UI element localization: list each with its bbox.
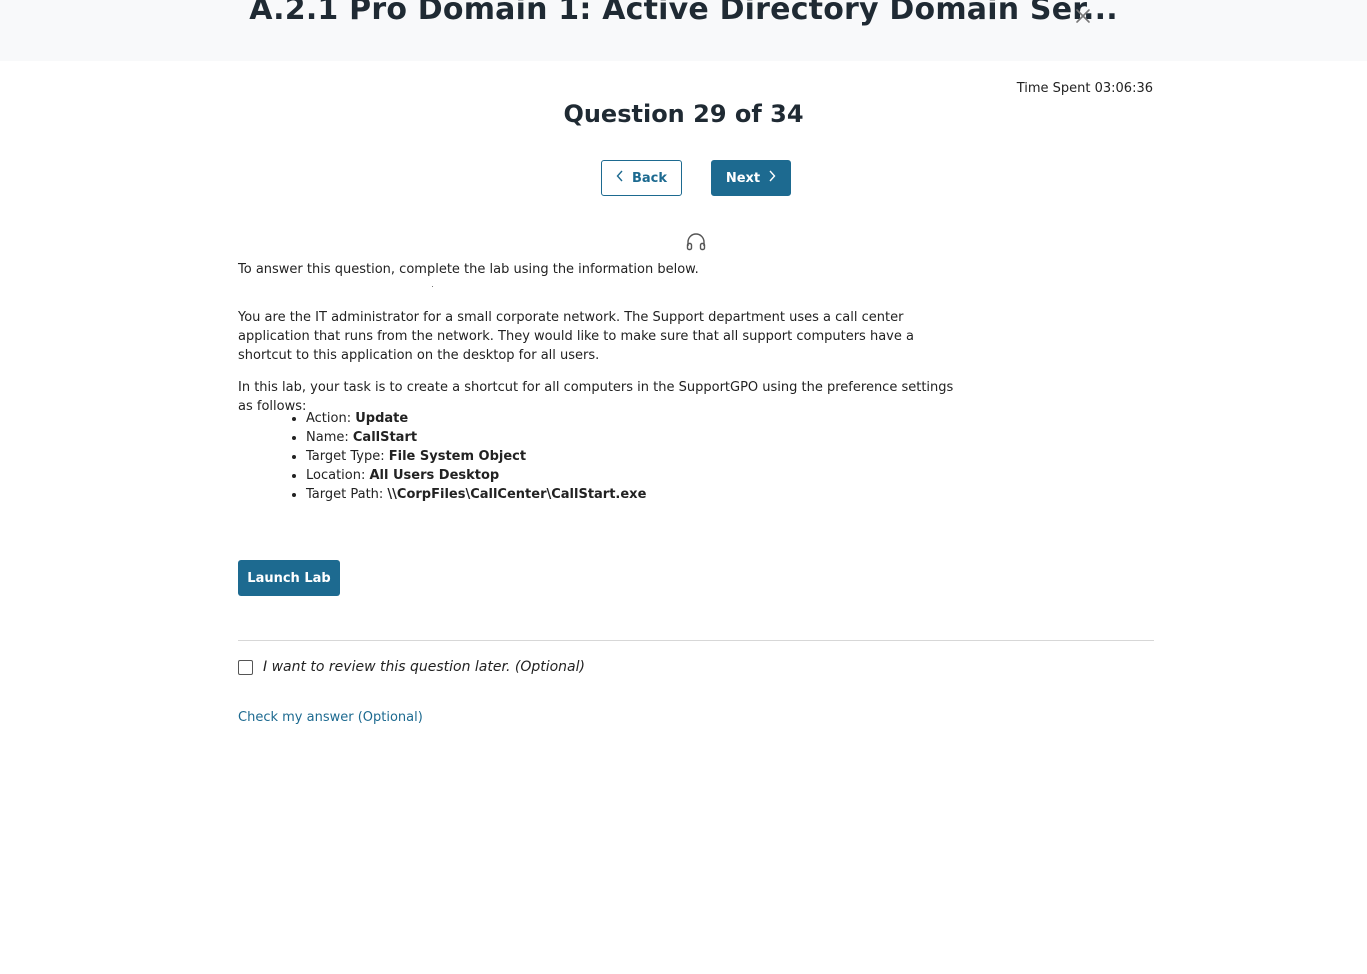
lab-intro: To answer this question, complete the la…: [238, 262, 699, 277]
next-button[interactable]: Next: [711, 160, 791, 196]
next-button-label: Next: [725, 170, 761, 186]
divider: [238, 640, 1154, 641]
review-later-checkbox[interactable]: [238, 659, 253, 675]
setting-value: \\CorpFiles\CallCenter\CallStart.exe: [387, 487, 647, 502]
review-later: I want to review this question later. (O…: [238, 659, 585, 675]
setting-value: All Users Desktop: [369, 468, 500, 483]
divider-dot: [432, 286, 433, 287]
lab-scenario: You are the IT administrator for a small…: [238, 310, 914, 363]
list-item: Location: All Users Desktop: [306, 466, 646, 485]
setting-label: Action:: [306, 411, 356, 426]
check-answer-link[interactable]: Check my answer (Optional): [238, 710, 423, 725]
list-item: Action: Update: [306, 409, 646, 428]
headphones-icon[interactable]: [685, 232, 707, 252]
settings-list: Action: Update Name: CallStart Target Ty…: [266, 409, 646, 504]
list-item: Target Path: \\CorpFiles\CallCenter\Call…: [306, 485, 646, 504]
back-button-label: Back: [631, 170, 668, 186]
chevron-left-icon: [616, 170, 624, 186]
setting-value: File System Object: [388, 449, 527, 464]
setting-label: Name:: [306, 430, 353, 445]
chevron-right-icon: [768, 170, 776, 186]
list-item: Target Type: File System Object: [306, 447, 646, 466]
setting-value: Update: [355, 411, 409, 426]
setting-label: Target Path:: [306, 487, 388, 502]
launch-lab-button[interactable]: Launch Lab: [238, 560, 340, 596]
setting-label: Target Type:: [306, 449, 389, 464]
time-spent: Time Spent 03:06:36: [1016, 81, 1153, 96]
setting-label: Location:: [306, 468, 370, 483]
top-bar: A.2.1 Pro Domain 1: Active Directory Dom…: [0, 0, 1367, 61]
close-icon[interactable]: [1072, 5, 1094, 27]
back-button[interactable]: Back: [601, 160, 682, 196]
question-heading: Question 29 of 34: [563, 100, 804, 128]
review-later-label[interactable]: I want to review this question later. (O…: [263, 659, 585, 675]
list-item: Name: CallStart: [306, 428, 646, 447]
setting-value: CallStart: [352, 430, 418, 445]
page-title: A.2.1 Pro Domain 1: Active Directory Dom…: [249, 0, 1118, 27]
